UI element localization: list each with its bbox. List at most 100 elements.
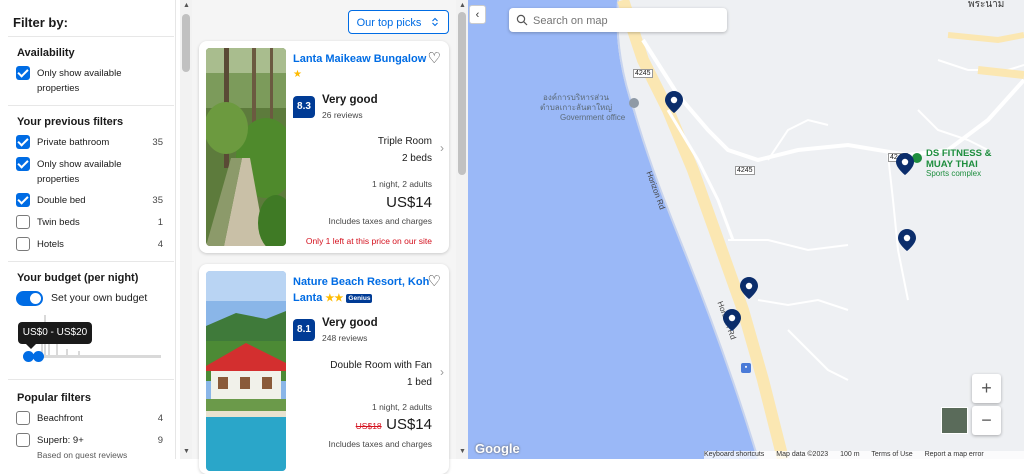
availability-title: Availability [17, 47, 75, 59]
checkbox-double-bed[interactable] [16, 193, 30, 207]
review-word: Very good [322, 94, 378, 106]
map-pin-icon[interactable] [740, 277, 758, 301]
review-score: 8.3 [293, 96, 315, 118]
scroll-down-icon[interactable]: ▼ [183, 448, 190, 455]
review-word: Very good [322, 317, 378, 329]
google-logo: Google [475, 441, 520, 456]
old-price: US$18 [355, 421, 382, 431]
stay-info: 1 night, 2 adults [371, 179, 432, 189]
taxes-note: Includes taxes and charges [328, 216, 432, 226]
sort-button[interactable]: Our top picks [348, 10, 449, 34]
price-row: US$18 US$14 [356, 416, 432, 434]
chevron-right-icon[interactable]: › [440, 141, 444, 155]
property-name[interactable]: Lanta Maikeaw Bungalow [293, 51, 433, 67]
map-pin-icon[interactable] [723, 309, 741, 333]
room-type: Double Room with Fan [330, 360, 432, 371]
checkbox-private-bathroom[interactable] [16, 135, 30, 149]
review-count: 248 reviews [322, 333, 368, 343]
budget-title: Your budget (per night) [17, 272, 139, 284]
filter-scrollbar[interactable]: ▲ ▼ [180, 0, 192, 459]
scroll-thumb[interactable] [182, 14, 190, 72]
bed-info: 1 bed [406, 377, 432, 388]
price: US$14 [386, 194, 432, 211]
report-error-link[interactable]: Report a map error [925, 451, 984, 458]
divider [8, 261, 174, 262]
checkbox-superb[interactable] [16, 433, 30, 447]
zoom-in-button[interactable]: + [972, 374, 1001, 403]
divider [8, 379, 174, 380]
bed-info: 2 beds [401, 153, 432, 164]
map-route-shield: 4245 [633, 69, 653, 78]
map-label-fitness-line1: DS FITNESS & [926, 148, 992, 159]
divider [8, 36, 174, 37]
budget-slider-max-handle[interactable] [33, 351, 44, 362]
map-layer-thumbnail[interactable] [941, 407, 968, 434]
checkbox-label: Superb: 9+ [37, 435, 84, 446]
checkbox-label: Hotels [37, 239, 64, 250]
map-label-government-thai: องค์การบริหารส่วน ตำบลเกาะลันตาใหญ่ [540, 93, 613, 112]
property-photo[interactable] [206, 48, 286, 246]
previous-filters-title: Your previous filters [17, 116, 124, 128]
map-pin-icon[interactable] [896, 153, 914, 177]
scroll-down-icon[interactable]: ▼ [459, 448, 466, 455]
taxes-note: Includes taxes and charges [328, 439, 432, 449]
terms-link[interactable]: Terms of Use [871, 451, 912, 458]
zoom-out-button[interactable]: − [972, 406, 1001, 435]
checkbox-label: Private bathroom [37, 137, 110, 148]
filter-count: 1 [157, 217, 163, 228]
heart-icon[interactable]: ♡ [428, 49, 441, 67]
budget-toggle[interactable] [16, 291, 43, 306]
popular-filters-title: Popular filters [17, 392, 91, 404]
map-label-government: Government office [560, 113, 626, 122]
property-name-text[interactable]: Lanta Maikeaw Bungalow [293, 53, 426, 65]
collapse-map-button[interactable]: ‹ [469, 5, 486, 24]
checkbox-beachfront[interactable] [16, 411, 30, 425]
bus-stop-icon[interactable]: ▪ [741, 363, 751, 373]
checkbox-label: Twin beds [37, 217, 80, 228]
heart-icon[interactable]: ♡ [428, 272, 441, 290]
map-label-top-right: พระนาม [968, 0, 1005, 10]
property-photo-image [206, 48, 286, 246]
property-photo[interactable] [206, 271, 286, 471]
property-card[interactable]: Lanta Maikeaw Bungalow ★ ♡ 8.3 Very good… [199, 41, 449, 253]
budget-range-tooltip: US$0 - US$20 [18, 322, 92, 349]
review-score: 8.1 [293, 319, 315, 341]
map-label-sports-complex: Sports complex [926, 169, 982, 178]
checkbox-hotels[interactable] [16, 237, 30, 251]
map-search-input[interactable] [531, 11, 725, 31]
scroll-up-icon[interactable]: ▲ [459, 2, 466, 9]
filter-title: Filter by: [13, 15, 68, 30]
map-pin-icon[interactable] [665, 91, 683, 115]
filter-count: 4 [157, 239, 163, 250]
filter-panel: Filter by: Availability Only show availa… [0, 0, 176, 459]
scroll-up-icon[interactable]: ▲ [183, 2, 190, 9]
checkbox-twin-beds[interactable] [16, 215, 30, 229]
availability-alert: Only 1 left at this price on our site [305, 236, 432, 246]
filter-count: 35 [152, 137, 163, 148]
chevron-right-icon[interactable]: › [440, 365, 444, 379]
filter-count: 9 [157, 435, 163, 446]
map-label-fitness[interactable]: DS FITNESS & MUAY THAI [926, 148, 991, 170]
results-scrollbar[interactable]: ▲ ▼ [456, 0, 468, 459]
star-icon: ★★ [325, 293, 344, 304]
checkbox-only-available[interactable] [16, 66, 30, 80]
map-background [468, 0, 1024, 459]
search-icon [516, 14, 528, 26]
property-name[interactable]: Nature Beach Resort, Koh Lanta ★★ Genius [293, 274, 433, 307]
map-pin-icon[interactable] [898, 229, 916, 253]
filter-count: 35 [152, 195, 163, 206]
checkbox-label: Double bed [37, 195, 86, 206]
price: US$14 [386, 416, 432, 433]
checkbox-only-available-prev[interactable] [16, 157, 30, 171]
sort-label: Our top picks [356, 17, 422, 29]
map-search[interactable] [509, 8, 727, 32]
scroll-thumb[interactable] [458, 12, 466, 175]
keyboard-shortcuts-link[interactable]: Keyboard shortcuts [704, 451, 764, 458]
map-canvas[interactable]: องค์การบริหารส่วน ตำบลเกาะลันตาใหญ่ Gove… [468, 0, 1024, 459]
property-card[interactable]: Nature Beach Resort, Koh Lanta ★★ Genius… [199, 264, 449, 474]
map-route-shield: 4245 [735, 166, 755, 175]
room-type: Triple Room [377, 136, 432, 147]
map-scale[interactable]: 100 m [840, 451, 859, 458]
filter-count: 4 [157, 413, 163, 424]
stay-info: 1 night, 2 adults [371, 402, 432, 412]
